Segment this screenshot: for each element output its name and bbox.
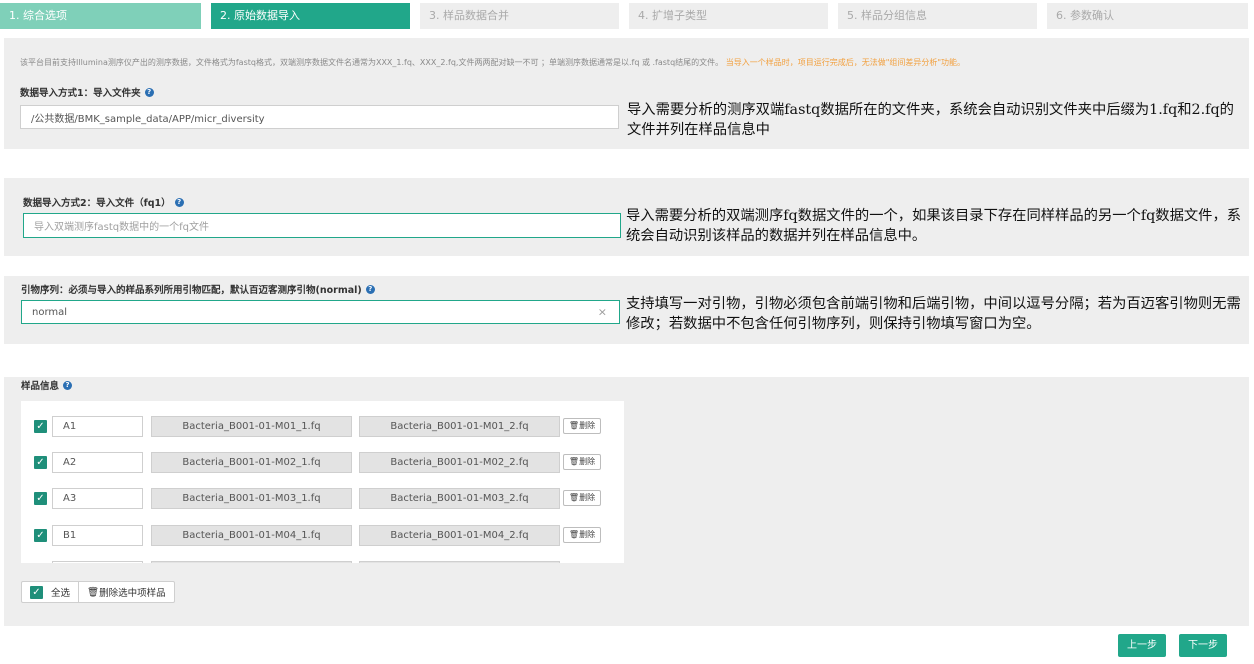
bulk-actions: ✓ 全选 🗑 删除选中项样品	[21, 581, 175, 603]
step-3[interactable]: 3. 样品数据合并	[420, 3, 619, 29]
select-all-checkbox[interactable]: ✓	[30, 585, 43, 599]
step-6[interactable]: 6. 参数确认	[1047, 3, 1248, 29]
fq1-file	[151, 561, 352, 563]
table-row: ✓ A1 Bacteria_B001-01-M01_1.fq Bacteria_…	[21, 416, 611, 438]
trash-icon: 🗑	[568, 530, 580, 539]
delete-button[interactable]: 🗑删除	[563, 418, 601, 434]
folder-import-label-text: 数据导入方式1：导入文件夹	[20, 88, 141, 99]
file-import-label-text: 数据导入方式2：导入文件（fq1）	[23, 198, 171, 209]
table-row: ✓ B1 Bacteria_B001-01-M04_1.fq Bacteria_…	[21, 525, 611, 547]
folder-import-annotation: 导入需要分析的测序双端fastq数据所在的文件夹，系统会自动识别文件夹中后缀为1…	[627, 102, 1234, 138]
fq-file-placeholder: 导入双端测序fastq数据中的一个fq文件	[34, 222, 209, 233]
fq-file-input[interactable]: 导入双端测序fastq数据中的一个fq文件	[23, 213, 621, 238]
platform-notice: 该平台目前支持Illumina测序仪产出的测序数据，文件格式为fastq格式，双…	[20, 57, 965, 68]
delete-selected-button[interactable]: 🗑 删除选中项样品	[79, 582, 174, 602]
sample-info-label-text: 样品信息	[21, 381, 60, 392]
help-icon[interactable]: ?	[63, 380, 73, 390]
step-5[interactable]: 5. 样品分组信息	[838, 3, 1037, 29]
step-1[interactable]: 1. 综合选项	[0, 3, 201, 29]
fq2-file: Bacteria_B001-01-M04_2.fq	[359, 525, 560, 546]
delete-button[interactable]: 🗑删除	[563, 527, 601, 543]
delete-button[interactable]: 🗑删除	[563, 490, 601, 506]
help-icon[interactable]: ?	[144, 87, 154, 97]
row-checkbox[interactable]: ✓	[34, 529, 47, 542]
primer-label-text: 引物序列：必须与导入的样品系列所用引物匹配，默认百迈客测序引物(normal)	[21, 285, 362, 296]
help-icon[interactable]: ?	[174, 197, 184, 207]
prev-step-button[interactable]: 上一步	[1118, 634, 1166, 657]
sample-name-input[interactable]: A1	[52, 416, 143, 437]
clear-icon[interactable]: ×	[598, 306, 607, 319]
table-row: ✓ A3 Bacteria_B001-01-M03_1.fq Bacteria_…	[21, 488, 611, 510]
folder-path-input[interactable]: /公共数据/BMK_sample_data/APP/micr_diversity	[20, 105, 619, 129]
fq2-file: Bacteria_B001-01-M03_2.fq	[359, 488, 560, 509]
sample-info-label: 样品信息 ?	[21, 378, 73, 392]
delete-label: 删除	[579, 530, 596, 539]
step-2[interactable]: 2. 原始数据导入	[211, 3, 410, 29]
row-checkbox[interactable]: ✓	[34, 456, 47, 469]
folder-import-label: 数据导入方式1：导入文件夹 ?	[20, 85, 154, 99]
delete-selected-label: 删除选中项样品	[99, 588, 166, 599]
next-step-button[interactable]: 下一步	[1179, 634, 1227, 657]
sample-name-input[interactable]: B1	[52, 525, 143, 546]
select-all-label: 全选	[51, 588, 71, 599]
fq1-file: Bacteria_B001-01-M03_1.fq	[151, 488, 352, 509]
table-row: ✓ A2 Bacteria_B001-01-M02_1.fq Bacteria_…	[21, 452, 611, 474]
fq1-file: Bacteria_B001-01-M01_1.fq	[151, 416, 352, 437]
step-4[interactable]: 4. 扩增子类型	[629, 3, 828, 29]
notice-text: 该平台目前支持Illumina测序仪产出的测序数据，文件格式为fastq格式，双…	[20, 58, 724, 67]
select-all-button[interactable]: ✓ 全选	[22, 582, 80, 602]
primer-label: 引物序列：必须与导入的样品系列所用引物匹配，默认百迈客测序引物(normal) …	[21, 282, 375, 296]
trash-icon: 🗑	[568, 457, 580, 466]
trash-icon: 🗑	[87, 586, 100, 598]
table-row-partial	[21, 561, 611, 563]
fq1-file: Bacteria_B001-01-M02_1.fq	[151, 452, 352, 473]
row-checkbox[interactable]: ✓	[34, 492, 47, 505]
page: 1. 综合选项 2. 原始数据导入 3. 样品数据合并 4. 扩增子类型 5. …	[0, 0, 1254, 664]
fq2-file	[359, 561, 560, 563]
trash-icon: 🗑	[568, 421, 580, 430]
file-import-label: 数据导入方式2：导入文件（fq1） ?	[23, 195, 184, 209]
primer-input[interactable]: normal ×	[21, 300, 620, 324]
trash-icon: 🗑	[568, 493, 580, 502]
step-bar: 1. 综合选项 2. 原始数据导入 3. 样品数据合并 4. 扩增子类型 5. …	[0, 3, 1254, 29]
primer-annotation: 支持填写一对引物，引物必须包含前端引物和后端引物，中间以逗号分隔；若为百迈客引物…	[626, 296, 1241, 332]
file-import-annotation: 导入需要分析的双端测序fq数据文件的一个，如果该目录下存在同样样品的另一个fq数…	[626, 208, 1242, 244]
delete-label: 删除	[579, 421, 596, 430]
sample-name-input[interactable]: A2	[52, 452, 143, 473]
delete-label: 删除	[579, 457, 596, 466]
fq2-file: Bacteria_B001-01-M01_2.fq	[359, 416, 560, 437]
fq2-file: Bacteria_B001-01-M02_2.fq	[359, 452, 560, 473]
notice-warning: 当导入一个样品时，项目运行完成后，无法做"组间差异分析"功能。	[725, 58, 966, 67]
help-icon[interactable]: ?	[365, 284, 375, 294]
folder-path-value: /公共数据/BMK_sample_data/APP/micr_diversity	[31, 113, 265, 125]
sample-info-panel: 样品信息 ? ✓ A1 Bacteria_B001-01-M01_1.fq Ba…	[4, 377, 1249, 626]
sample-name-input[interactable]	[52, 561, 143, 563]
primer-value: normal	[32, 306, 68, 318]
row-checkbox[interactable]: ✓	[34, 420, 47, 433]
sample-name-input[interactable]: A3	[52, 488, 143, 509]
sample-table: ✓ A1 Bacteria_B001-01-M01_1.fq Bacteria_…	[21, 401, 624, 563]
delete-button[interactable]: 🗑删除	[563, 454, 601, 470]
fq1-file: Bacteria_B001-01-M04_1.fq	[151, 525, 352, 546]
delete-label: 删除	[579, 493, 596, 502]
